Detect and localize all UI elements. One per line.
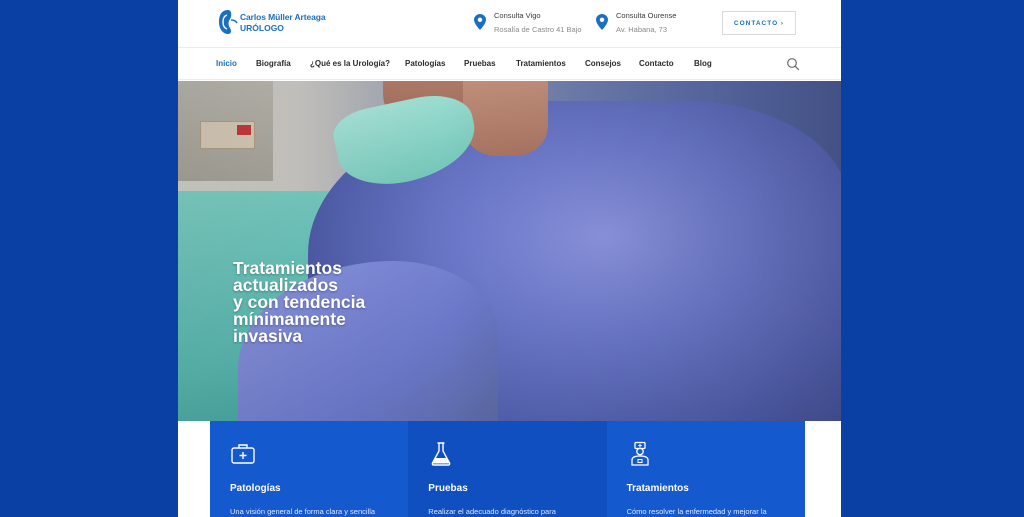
nav-item-pruebas[interactable]: Pruebas <box>464 59 496 68</box>
card-desc: Una visión general de forma clara y senc… <box>230 507 376 516</box>
location-address: Rosalía de Castro 41 Bajo <box>494 25 582 34</box>
card-title: Tratamientos <box>626 483 689 494</box>
card-desc: Cómo resolver la enfermedad y mejorar la <box>626 507 767 516</box>
logo[interactable]: Carlos Müller Arteaga URÓLOGO <box>218 9 326 35</box>
card-desc: Realizar el adecuado diagnóstico para <box>428 507 556 516</box>
search-icon[interactable] <box>786 57 800 71</box>
nav-item-blog[interactable]: Blog <box>694 59 712 68</box>
card-patologias[interactable]: Patologías Una visión general de forma c… <box>210 421 409 517</box>
hero-line: invasiva <box>233 326 303 346</box>
contact-button[interactable]: CONTACTO › <box>722 11 796 35</box>
brand-subtitle: URÓLOGO <box>240 23 284 33</box>
location-address: Av. Habana, 73 <box>616 25 668 34</box>
location-vigo[interactable]: Consulta Vigo Rosalía de Castro 41 Bajo <box>474 10 582 34</box>
nav-item-patologias[interactable]: Patologías <box>405 59 445 68</box>
top-header: Carlos Müller Arteaga URÓLOGO Consulta V… <box>178 0 841 48</box>
hero-banner: Tratamientos actualizados y con tendenci… <box>178 81 841 421</box>
card-title: Patologías <box>230 483 281 494</box>
card-pruebas[interactable]: Pruebas Realizar el adecuado diagnóstico… <box>408 421 607 517</box>
kidney-logo-icon <box>219 10 238 34</box>
doctor-icon <box>630 441 649 466</box>
feature-cards: Patologías Una visión general de forma c… <box>210 421 805 517</box>
main-nav: Inicio Biografía ¿Qué es la Urología? Pa… <box>178 49 841 80</box>
nav-item-biografia[interactable]: Biografía <box>256 59 291 68</box>
nav-item-consejos[interactable]: Consejos <box>585 59 621 68</box>
location-title: Consulta Vigo <box>494 11 541 20</box>
flask-icon <box>431 442 451 466</box>
map-pin-icon <box>596 14 608 30</box>
nav-item-contacto[interactable]: Contacto <box>639 59 674 68</box>
nav-item-tratamientos[interactable]: Tratamientos <box>516 59 566 68</box>
map-pin-icon <box>474 14 486 30</box>
location-title: Consulta Ourense <box>616 11 677 20</box>
medical-kit-icon <box>231 444 255 464</box>
location-ourense[interactable]: Consulta Ourense Av. Habana, 73 <box>596 10 676 34</box>
nav-item-urologia[interactable]: ¿Qué es la Urología? <box>310 59 390 68</box>
card-title: Pruebas <box>428 483 468 494</box>
page: Carlos Müller Arteaga URÓLOGO Consulta V… <box>178 0 841 517</box>
brand-name: Carlos Müller Arteaga <box>240 12 326 22</box>
hero-shade <box>178 81 841 421</box>
card-tratamientos[interactable]: Tratamientos Cómo resolver la enfermedad… <box>606 421 805 517</box>
hero-heading: Tratamientos actualizados y con tendenci… <box>233 259 365 346</box>
nav-item-inicio[interactable]: Inicio <box>216 59 237 68</box>
